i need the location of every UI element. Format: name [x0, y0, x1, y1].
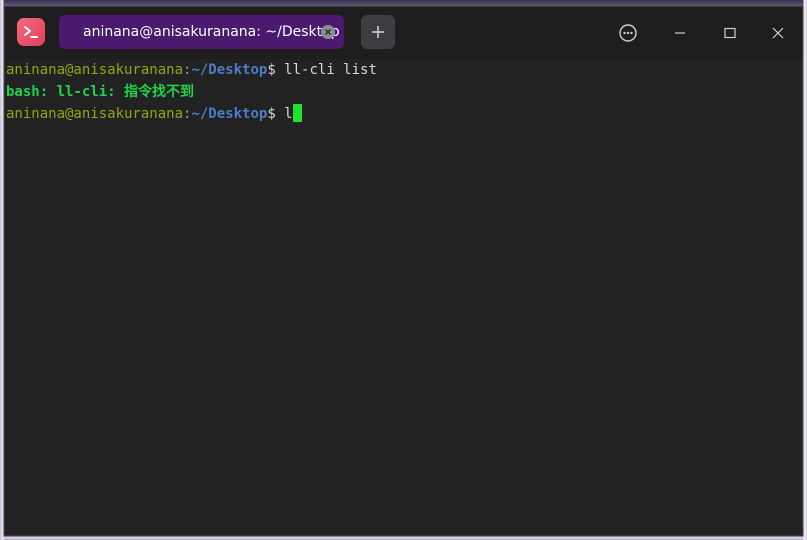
command-input[interactable]: l	[276, 106, 292, 122]
terminal-output[interactable]: aninana@anisakuranana:~/Desktop$ ll-cli …	[5, 59, 802, 535]
prompt-dollar: $	[267, 62, 276, 78]
terminal-line-prompt: aninana@anisakuranana:~/Desktop$ ll-cli …	[5, 59, 802, 81]
prompt-path: ~/Desktop	[191, 62, 268, 78]
more-options-button[interactable]	[613, 18, 643, 48]
maximize-button[interactable]	[715, 18, 745, 48]
new-tab-button[interactable]	[361, 15, 395, 49]
prompt-user: aninana@anisakuranana	[6, 106, 184, 122]
command-text: ll-cli list	[275, 62, 377, 78]
tab-title: aninana@anisakuranana: ~/Desktop	[83, 24, 340, 40]
tab-close-icon[interactable]	[321, 25, 335, 39]
terminal-window: aninana@anisakuranana: ~/Desktop aninana…	[4, 6, 803, 536]
plus-icon	[372, 26, 384, 38]
maximize-icon	[724, 27, 736, 39]
prompt-path: ~/Desktop	[191, 106, 268, 122]
close-icon	[772, 27, 784, 39]
terminal-line-error: bash: ll-cli: 指令找不到	[5, 81, 802, 103]
more-options-icon	[619, 24, 637, 42]
title-bar: aninana@anisakuranana: ~/Desktop	[5, 7, 802, 59]
prompt-glyph-icon	[24, 26, 38, 38]
tab-active[interactable]: aninana@anisakuranana: ~/Desktop	[59, 15, 344, 49]
prompt-dollar: $	[267, 106, 276, 122]
text-cursor	[292, 104, 302, 122]
terminal-app-icon[interactable]	[17, 18, 45, 46]
error-text: bash: ll-cli: 指令找不到	[6, 84, 195, 100]
close-button[interactable]	[763, 18, 793, 48]
terminal-line-prompt: aninana@anisakuranana:~/Desktop$ l	[5, 103, 802, 125]
minimize-button[interactable]	[665, 18, 695, 48]
minimize-icon	[675, 32, 685, 34]
prompt-user: aninana@anisakuranana	[6, 62, 184, 78]
